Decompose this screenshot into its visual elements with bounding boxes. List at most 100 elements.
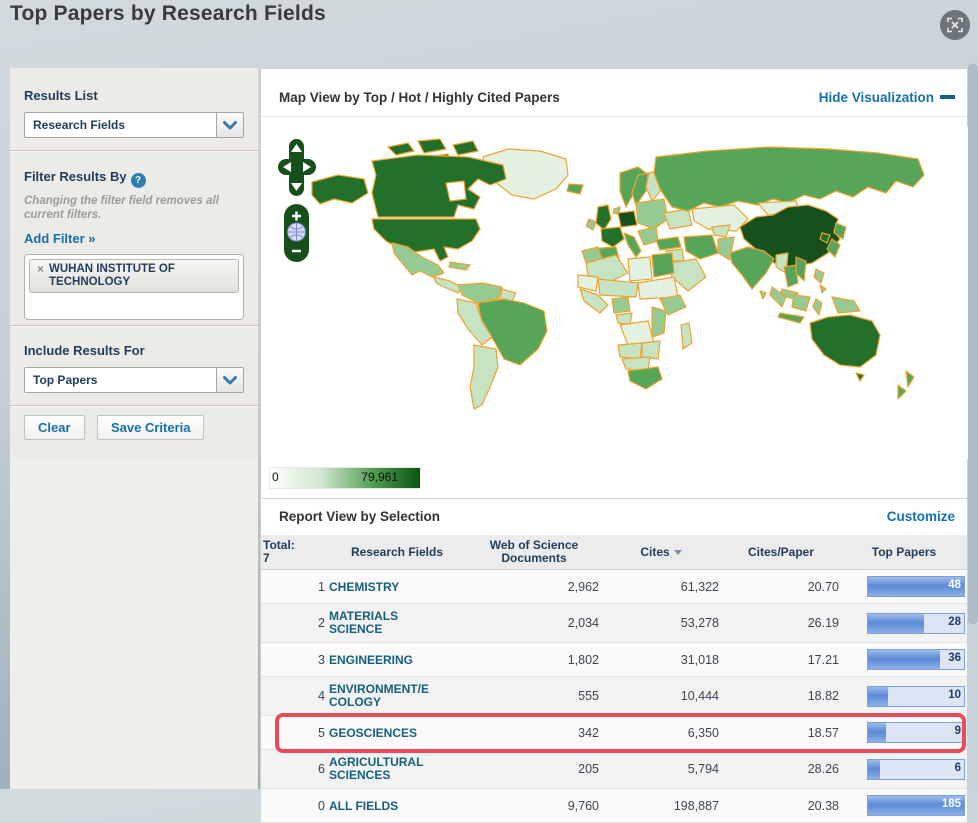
cites-cell: 53,278 (601, 603, 721, 643)
cites-paper-cell: 17.21 (721, 642, 841, 677)
map-legend: 0 79,961 (269, 467, 421, 489)
field-link[interactable]: ALL FIELDS (329, 799, 398, 813)
top-papers-bar-fill (868, 686, 889, 706)
cites-paper-cell: 28.26 (721, 749, 841, 789)
cites-cell: 6,350 (601, 715, 721, 750)
results-list-dropdown[interactable]: Research Fields (24, 112, 244, 138)
report-table: Total: 7 Research Fields Web of Science D… (261, 535, 967, 823)
top-papers-value: 48 (948, 579, 961, 591)
fullscreen-button[interactable] (940, 10, 970, 40)
add-filter-link[interactable]: Add Filter » (24, 231, 96, 246)
hide-visualization-link[interactable]: Hide Visualization (819, 90, 955, 105)
results-list-selected: Research Fields (33, 118, 126, 132)
top-papers-value: 9 (954, 725, 961, 737)
cites-cell: 5,794 (601, 749, 721, 789)
top-papers-bar: 6 (867, 758, 965, 780)
cites-paper-cell: 18.57 (721, 715, 841, 750)
x-icon[interactable]: × (37, 263, 44, 276)
rank-cell: 3 (261, 642, 327, 677)
column-header-top-papers[interactable]: Top Papers (841, 535, 967, 570)
scrollbar-thumb[interactable] (968, 64, 978, 624)
map-view-title: Map View by Top / Hot / Highly Cited Pap… (279, 90, 560, 105)
table-row: 5 GEOSCIENCES 342 6,350 18.57 9 (261, 715, 967, 750)
top-papers-bar: 36 (867, 649, 965, 670)
column-header-research-fields[interactable]: Research Fields (327, 535, 467, 570)
docs-cell: 1,802 (467, 642, 601, 677)
cites-cell: 198,887 (601, 788, 721, 823)
rank-cell: 0 (261, 788, 327, 823)
top-papers-bar: 9 (867, 722, 965, 743)
top-papers-bar-fill (868, 759, 881, 779)
page-title: Top Papers by Research Fields (10, 2, 326, 25)
clear-button[interactable]: Clear (24, 415, 85, 440)
sidebar-filler (10, 458, 258, 789)
table-row: 1 CHEMISTRY 2,962 61,322 20.70 48 (261, 569, 967, 604)
cites-paper-cell: 18.82 (721, 676, 841, 716)
filter-results-heading: Filter Results By (24, 169, 127, 184)
top-papers-bar: 28 (867, 612, 965, 634)
save-criteria-button[interactable]: Save Criteria (96, 415, 205, 440)
cites-paper-cell: 26.19 (721, 603, 841, 643)
filter-box: × WUHAN INSTITUTE OF TECHNOLOGY (24, 254, 244, 320)
field-link[interactable]: MATERIALS SCIENCE (329, 610, 433, 636)
field-link[interactable]: ENGINEERING (329, 653, 413, 667)
column-header-cites[interactable]: Cites (601, 535, 721, 570)
rank-cell: 6 (261, 749, 327, 789)
cites-cell: 10,444 (601, 676, 721, 716)
legend-max: 79,961 (361, 470, 398, 484)
docs-cell: 2,034 (467, 603, 601, 643)
top-papers-bar: 10 (867, 685, 965, 707)
top-papers-bar-fill (868, 613, 924, 633)
table-row: 3 ENGINEERING 1,802 31,018 17.21 36 (261, 642, 967, 677)
chevron-down-icon (216, 113, 243, 137)
include-results-heading: Include Results For (24, 343, 145, 358)
table-row: 6 AGRICULTURAL SCIENCES 205 5,794 28.26 … (261, 749, 967, 789)
report-view-title: Report View by Selection (279, 509, 441, 524)
cites-cell: 61,322 (601, 569, 721, 604)
column-header-wos-documents[interactable]: Web of Science Documents (467, 535, 601, 570)
rank-cell: 5 (261, 715, 327, 750)
divider (261, 116, 967, 117)
sidebar: Results List Research Fields Filter Resu… (10, 68, 258, 789)
column-header-cites-paper[interactable]: Cites/Paper (721, 535, 841, 570)
field-link[interactable]: ENVIRONMENT/ECOLOGY (329, 683, 433, 709)
field-link[interactable]: AGRICULTURAL SCIENCES (329, 756, 433, 782)
top-papers-value: 10 (948, 688, 961, 701)
table-row: 0 ALL FIELDS 9,760 198,887 20.38 185 (261, 788, 967, 823)
cites-paper-cell: 20.38 (721, 788, 841, 823)
docs-cell: 205 (467, 749, 601, 789)
include-results-selected: Top Papers (33, 373, 98, 387)
results-list-heading: Results List (24, 88, 98, 103)
top-papers-bar-fill (868, 723, 887, 742)
include-results-dropdown[interactable]: Top Papers (24, 367, 244, 393)
rank-cell: 1 (261, 569, 327, 604)
filter-tag[interactable]: × WUHAN INSTITUTE OF TECHNOLOGY (29, 259, 239, 293)
table-row: 4 ENVIRONMENT/ECOLOGY 555 10,444 18.82 1… (261, 676, 967, 716)
top-papers-value: 6 (954, 761, 961, 774)
filter-tag-label: WUHAN INSTITUTE OF TECHNOLOGY (49, 263, 175, 288)
filter-note: Changing the filter field removes all cu… (24, 195, 219, 221)
customize-link[interactable]: Customize (887, 509, 955, 524)
docs-cell: 9,760 (467, 788, 601, 823)
total-header: Total: 7 (261, 535, 327, 570)
map-zoom-control[interactable] (284, 204, 309, 262)
question-icon[interactable]: ? (130, 173, 146, 188)
top-papers-bar: 48 (867, 576, 965, 597)
legend-min: 0 (272, 470, 279, 484)
field-link[interactable]: GEOSCIENCES (329, 726, 417, 740)
main-panel: Map View by Top / Hot / Highly Cited Pap… (260, 68, 968, 823)
chevron-down-icon (216, 368, 243, 392)
minus-icon (940, 95, 955, 99)
sort-desc-icon (673, 549, 682, 555)
world-map[interactable] (268, 127, 968, 459)
rank-cell: 4 (261, 676, 327, 716)
scrollbar-track[interactable] (968, 56, 978, 789)
top-papers-bar-fill (868, 650, 940, 669)
top-papers-bar: 185 (867, 795, 965, 816)
field-link[interactable]: CHEMISTRY (329, 580, 399, 594)
expand-icon (947, 17, 963, 33)
top-papers-value: 28 (948, 615, 961, 628)
docs-cell: 555 (467, 676, 601, 716)
cites-paper-cell: 20.70 (721, 569, 841, 604)
docs-cell: 2,962 (467, 569, 601, 604)
